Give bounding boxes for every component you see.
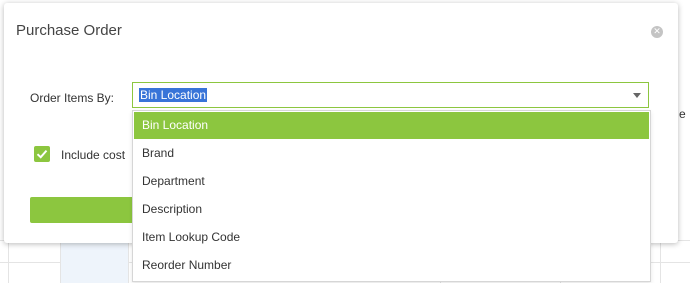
grid-line bbox=[660, 240, 661, 283]
dropdown-option[interactable]: Description bbox=[134, 196, 649, 223]
order-items-by-select[interactable]: Bin Location bbox=[132, 82, 649, 108]
dropdown-option[interactable]: Bin Location bbox=[134, 112, 649, 139]
dropdown-option[interactable]: Reorder Number bbox=[134, 252, 649, 279]
grid-cell-highlight bbox=[60, 241, 128, 283]
dropdown-option[interactable]: Item Lookup Code bbox=[134, 224, 649, 251]
include-cost-label: Include cost bbox=[61, 148, 126, 162]
include-cost-checkbox[interactable] bbox=[34, 146, 50, 162]
grid-line bbox=[8, 240, 9, 283]
dropdown-option[interactable]: Brand bbox=[134, 140, 649, 167]
grid-line bbox=[60, 240, 61, 283]
grid-line bbox=[128, 240, 129, 283]
dropdown-option[interactable]: Department bbox=[134, 168, 649, 195]
checkmark-icon bbox=[36, 149, 48, 159]
dialog-title: Purchase Order bbox=[16, 22, 122, 39]
order-items-by-label: Order Items By: bbox=[30, 91, 115, 105]
background-text: e bbox=[679, 107, 686, 121]
close-icon[interactable]: ✕ bbox=[651, 26, 663, 38]
chevron-down-icon[interactable] bbox=[633, 93, 641, 98]
order-items-by-dropdown: Bin Location Brand Department Descriptio… bbox=[132, 110, 651, 282]
order-items-by-value: Bin Location bbox=[139, 88, 208, 102]
